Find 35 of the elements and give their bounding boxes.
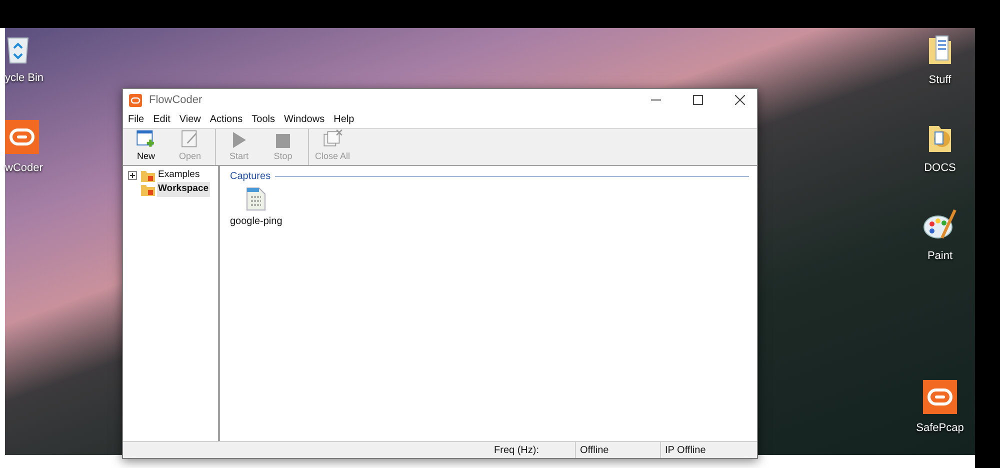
menu-item[interactable]: Edit	[153, 112, 170, 127]
toolbar-button[interactable]: New	[129, 129, 163, 165]
file-icon	[246, 187, 266, 211]
menu-item[interactable]: Help	[334, 112, 354, 127]
desktop-icon-label[interactable]: ycle Bin	[5, 70, 44, 86]
folder-icon	[927, 34, 953, 66]
stop-icon	[275, 132, 291, 148]
app-logo-icon	[129, 94, 142, 106]
desktop-icon-label[interactable]: SafePcap	[916, 420, 964, 436]
file-label[interactable]: google-ping	[230, 214, 282, 229]
desktop-icon-label[interactable]: DOCS	[924, 160, 956, 176]
tree-item[interactable]: Workspace	[157, 182, 210, 197]
menu-item[interactable]: Actions	[210, 112, 243, 127]
group-title: Captures	[230, 170, 271, 184]
folder-icon	[141, 184, 155, 196]
maximize-icon[interactable]	[693, 95, 703, 105]
app-icon	[5, 120, 39, 154]
status-text: IP Offline	[660, 442, 745, 458]
new-window-icon	[135, 129, 157, 148]
menu-item[interactable]: Windows	[284, 112, 325, 127]
play-icon	[231, 130, 247, 148]
menu-item[interactable]: Tools	[252, 112, 276, 127]
close-icon[interactable]	[735, 95, 745, 105]
tree-item[interactable]: Examples	[157, 168, 201, 183]
desktop-icon-label[interactable]: Stuff	[928, 72, 952, 88]
status-text: Freq (Hz):	[493, 444, 540, 458]
desktop-icon-label[interactable]: wCoder	[5, 160, 43, 176]
desktop-icon-label[interactable]: Paint	[927, 248, 953, 264]
app-icon	[923, 380, 957, 414]
menu-item[interactable]: File	[128, 112, 144, 127]
expand-icon[interactable]	[128, 171, 137, 180]
status-text: Offline	[575, 442, 660, 458]
window-title: FlowCoder	[149, 92, 202, 108]
folder-icon	[141, 170, 155, 182]
menu-item[interactable]: View	[179, 112, 201, 127]
